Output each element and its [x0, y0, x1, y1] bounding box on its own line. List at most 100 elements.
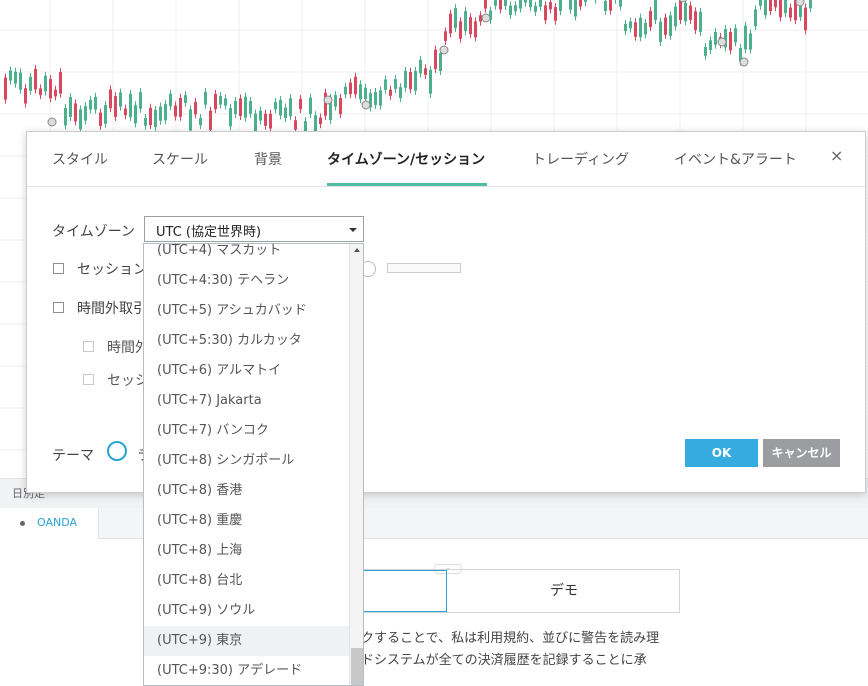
dropdown-option[interactable]: (UTC+9:30) アデレード: [144, 656, 349, 685]
dropdown-option[interactable]: (UTC+7) Jakarta: [144, 386, 349, 416]
candle-body: [809, 0, 812, 9]
candle-body: [319, 117, 322, 125]
candle-body: [194, 101, 197, 115]
dropdown-option[interactable]: (UTC+4:30) テヘラン: [144, 266, 349, 296]
candle-body: [44, 75, 47, 92]
candle-body: [494, 0, 497, 6]
candle-body: [229, 107, 232, 127]
candle-body: [364, 87, 367, 100]
candle-body: [269, 113, 272, 129]
terms-line: ックすることで、私は利用規約、並びに警告を読み理: [348, 631, 660, 646]
candle-body: [529, 0, 532, 8]
candle-body: [524, 0, 527, 3]
candle-body: [784, 0, 787, 14]
dropdown-option[interactable]: (UTC+8) 香港: [144, 476, 349, 506]
dropdown-scrollbar[interactable]: [349, 244, 363, 685]
dropdown-option[interactable]: (UTC+8) 上海: [144, 536, 349, 566]
signal-marker: [717, 37, 727, 47]
timezone-select[interactable]: UTC (協定世界時): [144, 216, 364, 242]
candle-body: [759, 0, 762, 6]
status-dot-icon: [20, 521, 25, 526]
candle-body: [309, 97, 312, 115]
signal-marker: [795, 0, 805, 7]
tab-events-alerts[interactable]: イベント&アラート: [674, 149, 797, 169]
candle-body: [764, 0, 767, 16]
extended-sub-checkbox[interactable]: [83, 341, 94, 352]
scrollbar-thumb[interactable]: [351, 648, 363, 685]
candle-body: [449, 13, 452, 34]
dropdown-option[interactable]: (UTC+8) 台北: [144, 566, 349, 596]
tab-style[interactable]: スタイル: [52, 149, 108, 169]
candle-body: [694, 11, 697, 31]
candle-body: [549, 2, 552, 10]
candle-body: [349, 82, 352, 95]
candle-body: [579, 0, 582, 7]
candle-body: [419, 59, 422, 74]
candle-body: [104, 104, 107, 124]
session-sub-checkbox[interactable]: [83, 374, 94, 385]
candle-body: [669, 15, 672, 36]
candle-body: [124, 108, 127, 116]
session-checkbox[interactable]: [53, 263, 64, 274]
candle-body: [239, 98, 242, 117]
candle-body: [259, 110, 262, 121]
candle-body: [619, 0, 622, 7]
candle-body: [89, 99, 92, 110]
chevron-down-icon: [349, 228, 357, 232]
dropdown-option[interactable]: (UTC+7) バンコク: [144, 416, 349, 446]
signal-marker: [361, 100, 371, 110]
candle-body: [769, 0, 772, 12]
candle-body: [94, 96, 97, 110]
candle-body: [519, 0, 522, 9]
cancel-button[interactable]: キャンセル: [763, 439, 840, 467]
dropdown-option[interactable]: (UTC+5:30) カルカッタ: [144, 326, 349, 356]
session-label: セッション: [77, 262, 147, 278]
dropdown-option[interactable]: (UTC+8) 重慶: [144, 506, 349, 536]
theme-label: テーマ: [52, 448, 94, 464]
candle-body: [629, 21, 632, 29]
candle-body: [49, 79, 52, 99]
candle-body: [39, 88, 42, 96]
candle-body: [704, 47, 707, 56]
candle-body: [54, 89, 57, 97]
candle-body: [484, 0, 487, 9]
close-icon[interactable]: ×: [830, 146, 843, 165]
candle-body: [459, 21, 462, 39]
tab-scale[interactable]: スケール: [152, 149, 208, 169]
tab-background[interactable]: 背景: [254, 149, 282, 169]
scroll-up-icon[interactable]: [354, 248, 360, 252]
dropdown-option[interactable]: (UTC+9) ソウル: [144, 596, 349, 626]
candle-body: [139, 92, 142, 109]
candle-body: [789, 7, 792, 18]
candle-body: [454, 8, 457, 29]
dropdown-option[interactable]: (UTC+6) アルマトイ: [144, 356, 349, 386]
dropdown-option[interactable]: (UTC+8) シンガポール: [144, 446, 349, 476]
terms-text: ックすることで、私は利用規約、並びに警告を読み理 ードシステムが全ての決済履歴を…: [348, 628, 688, 672]
candle-body: [59, 71, 62, 94]
timezone-value: UTC (協定世界時): [156, 225, 262, 240]
dropdown-option[interactable]: (UTC+9) 東京: [144, 626, 349, 656]
candle-body: [209, 110, 212, 130]
candle-body: [424, 68, 427, 75]
session-slider-track[interactable]: [387, 263, 461, 273]
theme-radio[interactable]: [107, 441, 127, 461]
broker-tab-oanda[interactable]: OANDA: [0, 508, 99, 539]
candle-body: [134, 105, 137, 124]
candle-body: [204, 91, 207, 105]
candle-body: [69, 97, 72, 117]
dropdown-option[interactable]: (UTC+5) アシュカバッド: [144, 296, 349, 326]
candle-body: [699, 11, 702, 33]
candle-body: [464, 11, 467, 32]
tab-timezone-session[interactable]: タイムゾーン/セッション: [327, 149, 485, 169]
candle-body: [509, 5, 512, 16]
dropdown-option[interactable]: (UTC+4) マスカット: [144, 244, 349, 266]
candle-body: [664, 17, 667, 35]
tab-trading[interactable]: トレーディング: [532, 149, 629, 169]
demo-option[interactable]: デモ: [449, 570, 679, 612]
candle-body: [159, 106, 162, 121]
candle-body: [414, 71, 417, 91]
candle-body: [149, 107, 152, 126]
candle-body: [504, 0, 507, 7]
ok-button[interactable]: OK: [685, 439, 758, 467]
extended-hours-checkbox[interactable]: [53, 302, 64, 313]
